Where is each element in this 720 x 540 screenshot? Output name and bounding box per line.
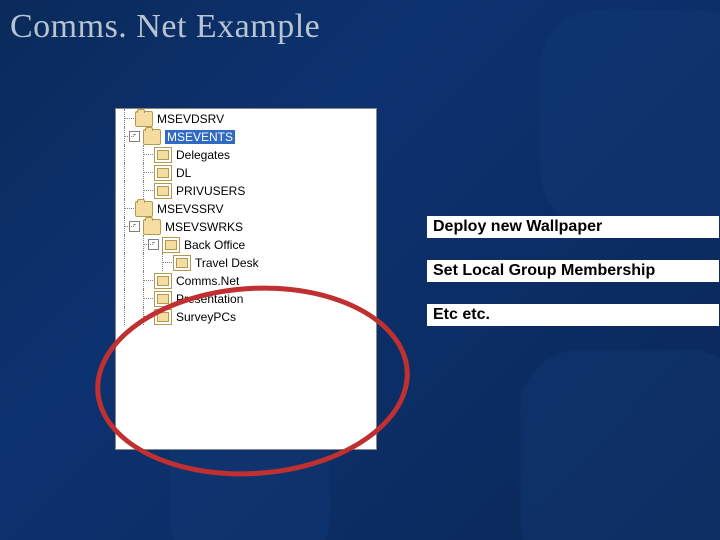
ou-icon [154, 291, 172, 307]
tree-item-label: DL [176, 166, 191, 180]
tree-item[interactable]: PRIVUSERS [116, 181, 376, 199]
annotation-set-group-membership: Set Local Group Membership [427, 260, 719, 282]
folder-icon [143, 129, 161, 145]
bg-shape [520, 350, 720, 540]
tree-item[interactable]: -MSEVSWRKS [116, 217, 376, 235]
ou-icon [154, 165, 172, 181]
tree-item[interactable]: Comms.Net [116, 271, 376, 289]
folder-icon [135, 201, 153, 217]
ou-icon [162, 237, 180, 253]
tree-item-label: Comms.Net [176, 274, 239, 288]
tree-item[interactable]: -MSEVENTS [116, 127, 376, 145]
slide: Comms. Net Example MSEVDSRV-MSEVENTS Dele… [0, 0, 720, 540]
folder-icon [135, 111, 153, 127]
tree-item-label: PRIVUSERS [176, 184, 245, 198]
tree-item[interactable]: MSEVSSRV [116, 199, 376, 217]
tree-item-label: Back Office [184, 238, 245, 252]
tree-item-label: Presentation [176, 292, 243, 306]
tree-item[interactable]: Travel Desk [116, 253, 376, 271]
annotation-deploy-wallpaper: Deploy new Wallpaper [427, 216, 719, 238]
tree-item[interactable]: SurveyPCs [116, 307, 376, 325]
tree-item-label: MSEVSSRV [157, 202, 223, 216]
ou-icon [154, 147, 172, 163]
page-title: Comms. Net Example [10, 8, 320, 46]
tree-item-label: MSEVENTS [165, 130, 235, 144]
tree-item[interactable]: Presentation [116, 289, 376, 307]
tree-item-label: MSEVSWRKS [165, 220, 243, 234]
ou-icon [154, 183, 172, 199]
tree-item[interactable]: -Back Office [116, 235, 376, 253]
folder-icon [143, 219, 161, 235]
ou-icon [154, 273, 172, 289]
tree-item-label: Delegates [176, 148, 230, 162]
tree-item[interactable]: DL [116, 163, 376, 181]
annotation-etc: Etc etc. [427, 304, 719, 326]
ou-icon [154, 309, 172, 325]
tree-view[interactable]: MSEVDSRV-MSEVENTS Delegates DL PRIVUSERS MSE… [115, 108, 377, 450]
tree-item-label: SurveyPCs [176, 310, 236, 324]
bg-shape [540, 10, 720, 230]
tree-item-label: MSEVDSRV [157, 112, 224, 126]
ou-icon [173, 255, 191, 271]
tree-item-label: Travel Desk [195, 256, 259, 270]
tree-item[interactable]: Delegates [116, 145, 376, 163]
tree-item[interactable]: MSEVDSRV [116, 109, 376, 127]
